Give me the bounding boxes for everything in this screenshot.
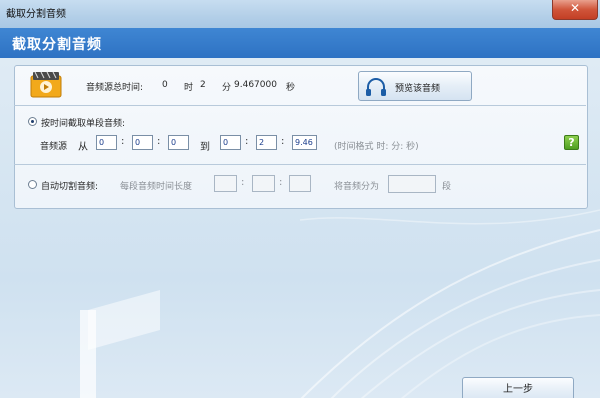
auto-mode-label: 自动切割音频: — [41, 182, 99, 192]
page-title: 截取分割音频 — [12, 37, 102, 53]
time-mode-label: 按时间截取单段音频: — [41, 119, 126, 129]
dialog-window: 截取分割音频 ✕ 截取分割音频 音频源总时间: 0 时 2 分 9.467000… — [0, 0, 600, 398]
split-into-label: 将音频分为 — [334, 182, 380, 192]
duration-seconds: 9.467000 — [234, 80, 277, 90]
colon: : — [121, 136, 125, 147]
close-button[interactable]: ✕ — [552, 0, 598, 20]
back-button[interactable]: 上一步 — [462, 377, 574, 398]
close-icon: ✕ — [569, 1, 581, 15]
preview-audio-label: 预览该音频 — [395, 84, 441, 94]
minute-unit: 分 — [222, 83, 232, 93]
to-label: 到 — [200, 142, 210, 153]
second-unit: 秒 — [286, 83, 296, 93]
segment-second-input[interactable] — [289, 175, 311, 192]
title-bar[interactable]: 截取分割音频 ✕ — [0, 0, 600, 28]
preview-audio-button[interactable]: 预览该音频 — [358, 71, 472, 101]
start-second-input[interactable]: 0 — [168, 135, 189, 150]
start-hour-input[interactable]: 0 — [96, 135, 117, 150]
time-format-hint: (时间格式 时: 分: 秒) — [334, 142, 419, 152]
music-note-watermark-icon — [80, 209, 600, 398]
segments-unit: 段 — [442, 182, 452, 192]
hour-unit: 时 — [184, 83, 194, 93]
colon: : — [281, 136, 285, 147]
segment-minute-input[interactable] — [252, 175, 275, 192]
segment-length-label: 每段音频时间长度 — [120, 182, 193, 192]
colon: : — [157, 136, 161, 147]
duration-hours: 0 — [162, 80, 168, 90]
divider — [14, 164, 586, 165]
segment-count-input[interactable] — [388, 175, 436, 193]
duration-label: 音频源总时间: — [86, 83, 144, 93]
divider — [14, 105, 586, 106]
end-second-input[interactable]: 9.46 — [292, 135, 317, 150]
segment-hour-input[interactable] — [214, 175, 237, 192]
from-label: 从 — [78, 142, 88, 153]
end-hour-input[interactable]: 0 — [220, 135, 241, 150]
help-button[interactable]: ? — [564, 135, 579, 150]
headphones-icon — [366, 78, 386, 96]
radio-auto-mode[interactable] — [28, 180, 37, 189]
window-title: 截取分割音频 — [6, 9, 66, 20]
audio-file-icon — [30, 71, 62, 98]
colon: : — [241, 177, 245, 188]
duration-minutes: 2 — [200, 80, 206, 90]
source-label: 音频源 — [40, 142, 68, 152]
header-banner: 截取分割音频 — [0, 28, 600, 58]
question-icon: ? — [568, 136, 575, 149]
start-minute-input[interactable]: 0 — [132, 135, 153, 150]
end-minute-input[interactable]: 2 — [256, 135, 277, 150]
colon: : — [279, 177, 283, 188]
colon: : — [245, 136, 249, 147]
back-button-label: 上一步 — [503, 384, 533, 395]
radio-time-mode[interactable] — [28, 117, 37, 126]
